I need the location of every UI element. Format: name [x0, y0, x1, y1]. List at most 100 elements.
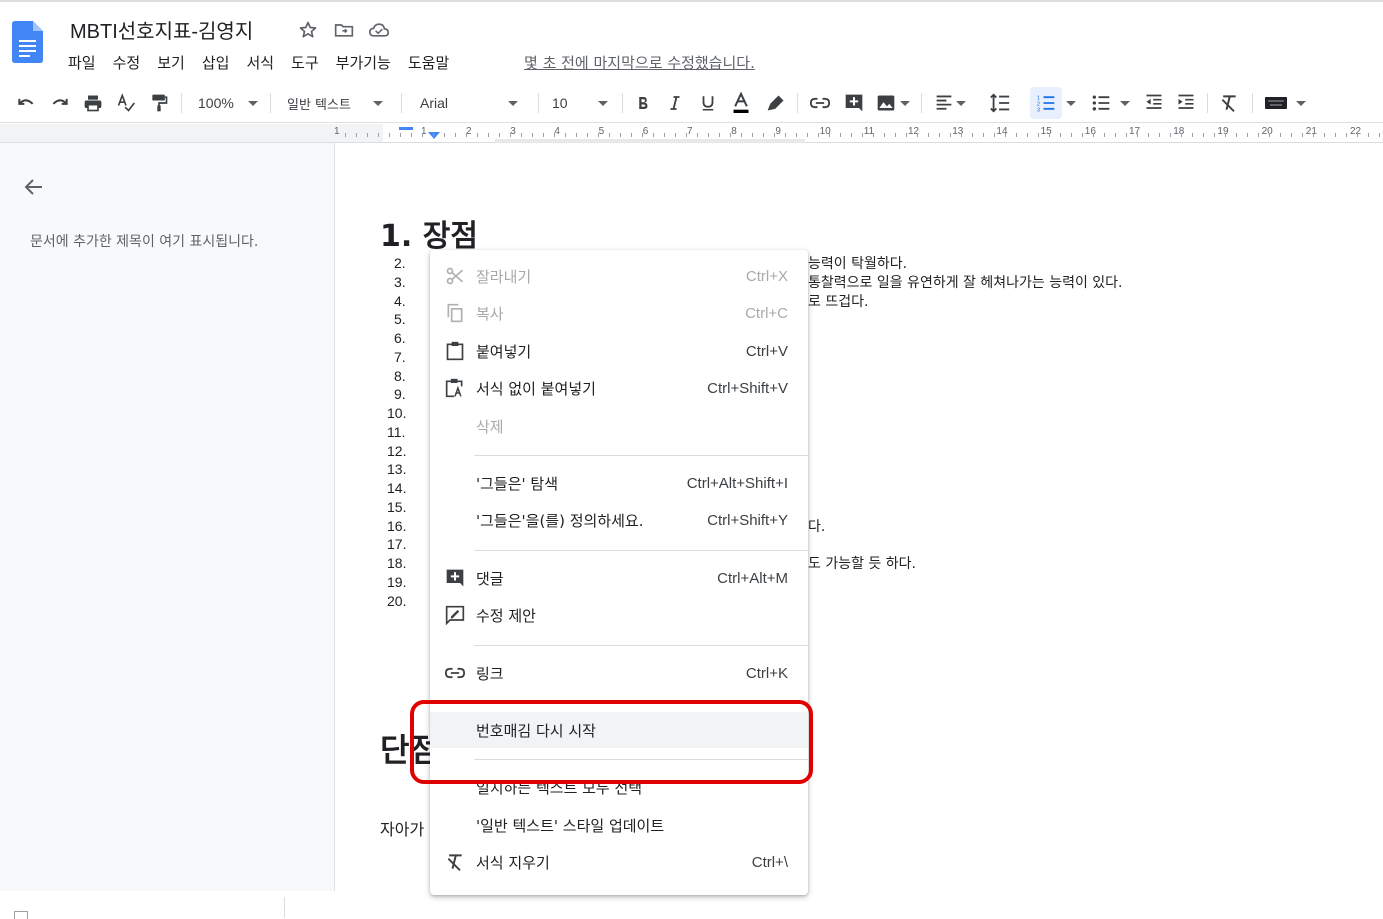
italic-button[interactable]	[662, 84, 688, 122]
font-select[interactable]: Arial	[410, 84, 530, 122]
insert-comment-button[interactable]	[840, 84, 868, 122]
menu-edit[interactable]: 수정	[113, 52, 141, 73]
text-color-button[interactable]	[728, 84, 754, 122]
paint-format-button[interactable]	[145, 84, 173, 122]
menu-item-copy[interactable]: 복사 Ctrl+C	[430, 295, 808, 331]
bulleted-list-options[interactable]	[1117, 84, 1133, 122]
list-text-line[interactable]: 통찰력으로 일을 유연하게 잘 헤쳐나가는 능력이 있다.	[808, 272, 1123, 292]
last-edit-link[interactable]: 몇 초 전에 마지막으로 수정했습니다.	[524, 52, 755, 73]
underline-button[interactable]	[695, 84, 721, 122]
list-number: 11.	[387, 423, 406, 440]
ruler-tick	[719, 133, 720, 137]
menu-tools[interactable]: 도구	[291, 52, 319, 73]
menu-insert[interactable]: 삽입	[202, 52, 230, 73]
ruler-tick	[455, 133, 456, 137]
menu-file[interactable]: 파일	[68, 52, 96, 73]
ruler-number: 7	[687, 126, 693, 137]
move-folder-icon[interactable]	[334, 20, 356, 42]
ruler-tick	[1269, 133, 1270, 137]
ruler-tick	[543, 133, 544, 137]
menu-item-paste[interactable]: 붙여넣기 Ctrl+V	[430, 333, 808, 369]
insert-image-button[interactable]	[873, 84, 913, 122]
paint-format-icon	[152, 94, 168, 112]
menu-addons[interactable]: 부가기능	[336, 52, 391, 73]
menu-format[interactable]: 서식	[246, 52, 274, 73]
ruler-tick	[1049, 133, 1050, 137]
chevron-down-icon	[597, 100, 608, 106]
menu-item-clear-formatting[interactable]: 서식 지우기 Ctrl+\	[430, 844, 808, 880]
star-icon[interactable]	[298, 20, 320, 42]
bold-button[interactable]	[630, 84, 656, 122]
increase-indent-button[interactable]	[1172, 84, 1200, 122]
chevron-down-icon	[372, 100, 383, 106]
font-size-select[interactable]: 10	[546, 84, 616, 122]
ruler-tick	[664, 133, 665, 137]
ruler-tick	[587, 133, 588, 137]
zoom-select[interactable]: 100%	[190, 84, 262, 122]
ruler-tick	[400, 133, 401, 137]
menu-item-explore[interactable]: '그들은' 탐색 Ctrl+Alt+Shift+I	[430, 465, 808, 501]
list-text-line[interactable]: 능력이 탁월하다.	[808, 253, 907, 273]
undo-button[interactable]	[12, 84, 40, 122]
menu-item-cut[interactable]: 잘라내기 Ctrl+X	[430, 258, 808, 294]
spellcheck-button[interactable]	[112, 84, 140, 122]
ruler-tick	[477, 133, 478, 137]
menu-item-suggest-edit[interactable]: 수정 제안	[430, 597, 808, 633]
clear-formatting-button[interactable]	[1215, 84, 1243, 122]
ruler-tick	[1379, 133, 1380, 137]
ruler-number: 18	[1173, 126, 1185, 137]
highlight-color-button[interactable]	[763, 84, 789, 122]
print-button[interactable]	[79, 84, 107, 122]
menu-view[interactable]: 보기	[157, 52, 185, 73]
ruler-number: 19	[1217, 126, 1229, 137]
menu-item-comment[interactable]: 댓글 Ctrl+Alt+M	[430, 560, 808, 596]
heading-strengths[interactable]: 1. 장점	[380, 211, 478, 255]
numbered-list-button[interactable]: 123	[1030, 87, 1062, 119]
close-outline-button[interactable]	[22, 175, 46, 203]
list-number: 7.	[394, 348, 406, 365]
ruler-tick	[851, 133, 852, 137]
document-title[interactable]: MBTI선호지표-김영지	[70, 15, 253, 44]
first-line-indent-marker[interactable]	[399, 127, 413, 130]
document-outline-panel: 문서에 추가한 제목이 여기 표시됩니다.	[0, 143, 335, 891]
menu-item-delete[interactable]: 삭제	[430, 408, 808, 444]
list-number: 15.	[387, 498, 407, 515]
menu-item-label: 잘라내기	[476, 267, 532, 286]
ruler-number: 22	[1350, 126, 1362, 137]
ruler-tick	[1038, 133, 1039, 137]
left-indent-marker[interactable]	[428, 132, 440, 139]
align-button[interactable]	[930, 84, 970, 122]
add-comment-icon	[845, 94, 863, 112]
ruler-tick	[1368, 133, 1369, 137]
list-text-line[interactable]: 로 뜨겁다.	[808, 291, 868, 311]
ruler-tick	[983, 133, 984, 137]
menu-item-update-style[interactable]: '일반 텍스트' 스타일 업데이트	[430, 807, 808, 843]
list-number: 2.	[394, 255, 406, 271]
bulleted-list-button[interactable]	[1087, 84, 1115, 122]
menu-item-define[interactable]: '그들은'을(를) 정의하세요. Ctrl+Shift+Y	[430, 502, 808, 538]
insert-link-button[interactable]	[806, 84, 834, 122]
menu-item-paste-without-formatting[interactable]: 서식 없이 붙여넣기 Ctrl+Shift+V	[430, 370, 808, 406]
ruler-number: 4	[554, 126, 560, 137]
menu-item-link[interactable]: 링크 Ctrl+K	[430, 655, 808, 691]
ruler-tick	[1115, 133, 1116, 137]
ruler-tick	[1236, 133, 1237, 137]
menu-help[interactable]: 도움말	[408, 52, 449, 73]
list-number: 16.	[387, 517, 407, 534]
menu-item-label: '그들은' 탐색	[476, 474, 559, 493]
redo-button[interactable]	[46, 84, 74, 122]
input-tools-button[interactable]	[1260, 84, 1310, 122]
cloud-saved-icon[interactable]	[368, 20, 390, 42]
ruler-tick	[1247, 133, 1248, 137]
list-text-line[interactable]: 도 가능할 듯 하다.	[808, 553, 916, 573]
outline-empty-message: 문서에 추가한 제목이 여기 표시됩니다.	[30, 234, 259, 250]
docs-logo-icon[interactable]	[12, 21, 43, 67]
line-spacing-button[interactable]	[985, 84, 1015, 122]
list-text-line[interactable]: 다.	[808, 516, 825, 536]
chevron-down-icon	[1120, 100, 1130, 106]
numbered-list-options[interactable]	[1063, 84, 1079, 122]
paragraph-text[interactable]: 자아가	[380, 816, 424, 840]
decrease-indent-button[interactable]	[1140, 84, 1168, 122]
style-select[interactable]: 일반 텍스트	[280, 84, 392, 122]
ruler-tick	[1005, 133, 1006, 137]
